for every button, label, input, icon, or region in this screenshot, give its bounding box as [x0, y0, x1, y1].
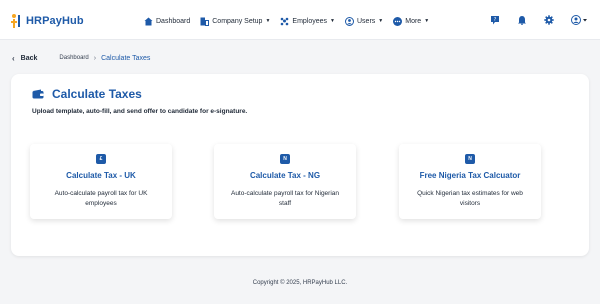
back-button[interactable]: ‹ Back [12, 54, 37, 63]
wallet-icon [32, 89, 44, 99]
tile-description: Quick Nigerian tax estimates for web vis… [417, 190, 523, 207]
tile-title: Free Nigeria Tax Calcuator [419, 171, 521, 180]
chevron-left-icon: ‹ [12, 53, 15, 63]
user-circle-icon [345, 16, 354, 26]
brand-logo[interactable]: HRPayHub [10, 12, 84, 30]
nav-more-label: More [405, 17, 422, 25]
nav-employees[interactable]: Employees ▼ [280, 14, 335, 28]
main-card: Calculate Taxes Upload template, auto-fi… [11, 74, 589, 256]
nav-users[interactable]: Users ▼ [345, 14, 383, 28]
main-nav: Dashboard Company Setup ▼ Employees ▼ Us… [144, 14, 429, 28]
tile-description: Auto-calculate payroll tax for UK employ… [54, 190, 148, 207]
nav-dashboard[interactable]: Dashboard [144, 14, 190, 28]
breadcrumb-current: Calculate Taxes [101, 54, 151, 62]
page-title: Calculate Taxes [52, 87, 142, 101]
chevron-down-icon: ▼ [265, 18, 271, 24]
tile-free-nigeria-tax-calculator[interactable]: N Free Nigeria Tax Calcuator Quick Niger… [399, 144, 541, 219]
account-icon[interactable] [571, 15, 588, 25]
nav-employees-label: Employees [292, 17, 328, 25]
chevron-down-icon: ▼ [424, 18, 430, 24]
naira-icon: N [280, 154, 290, 164]
tile-calculate-tax-ng[interactable]: N Calculate Tax - NG Auto-calculate payr… [214, 144, 356, 219]
home-icon [144, 17, 153, 26]
gear-icon[interactable] [544, 15, 554, 25]
pound-icon: £ [96, 154, 106, 164]
page-subtitle: Upload template, auto-fill, and send off… [32, 108, 248, 115]
help-icon[interactable]: ? [490, 15, 500, 25]
brand-name: HRPayHub [26, 15, 84, 27]
people-icon [280, 17, 289, 26]
nav-company-setup-label: Company Setup [212, 17, 263, 25]
header-actions: ? [490, 15, 588, 25]
tile-title: Calculate Tax - NG [249, 171, 321, 180]
logo-icon [10, 13, 23, 29]
page-header: Calculate Taxes [32, 87, 142, 101]
footer-copyright: Copyright © 2025, HRPayHub LLC. [252, 280, 348, 286]
chevron-right-icon: › [93, 54, 97, 62]
breadcrumb: ‹ Back Dashboard › Calculate Taxes [12, 52, 150, 64]
nav-users-label: Users [357, 17, 376, 25]
nav-dashboard-label: Dashboard [156, 17, 191, 25]
chevron-down-icon: ▼ [330, 18, 335, 24]
ellipsis-circle-icon [393, 16, 403, 26]
svg-text:?: ? [494, 17, 497, 23]
back-label: Back [20, 54, 38, 62]
tile-calculate-tax-uk[interactable]: £ Calculate Tax - UK Auto-calculate payr… [30, 144, 172, 219]
chevron-down-icon: ▼ [378, 18, 384, 24]
tile-title: Calculate Tax - UK [66, 171, 136, 180]
nav-more[interactable]: More ▼ [393, 14, 429, 28]
bell-icon[interactable] [517, 15, 527, 25]
nav-company-setup[interactable]: Company Setup ▼ [200, 14, 270, 28]
naira-icon: N [465, 154, 475, 164]
top-navbar: HRPayHub Dashboard Company Setup ▼ Emplo… [0, 0, 600, 40]
building-icon [200, 17, 210, 26]
tile-description: Auto-calculate payroll tax for Nigerian … [230, 190, 340, 207]
breadcrumb-dashboard[interactable]: Dashboard [59, 55, 88, 61]
